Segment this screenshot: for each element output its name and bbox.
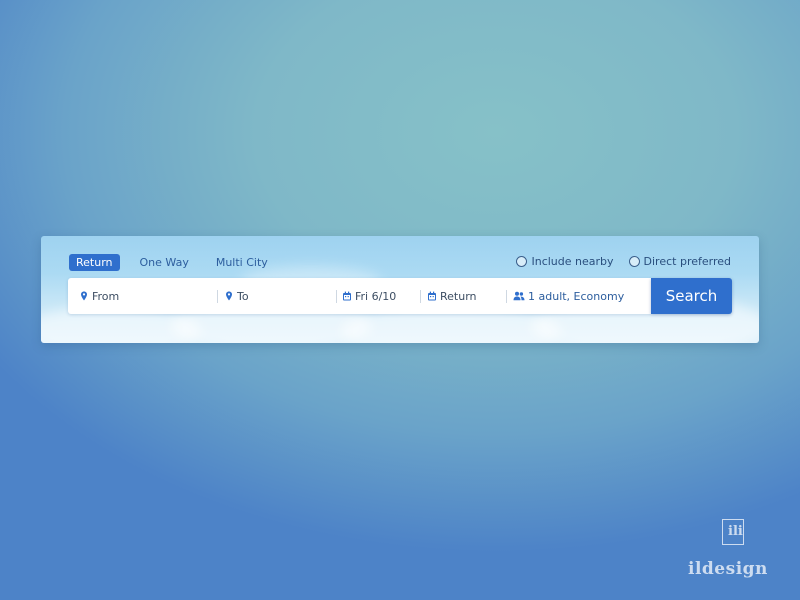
tab-return[interactable]: Return xyxy=(69,254,120,271)
direct-preferred-label: Direct preferred xyxy=(643,255,731,268)
include-nearby-checkbox[interactable] xyxy=(516,256,528,267)
from-field[interactable]: From xyxy=(79,278,214,314)
to-placeholder: To xyxy=(237,289,249,303)
tab-one-way[interactable]: One Way xyxy=(133,254,196,271)
passengers-value: 1 adult, Economy xyxy=(528,289,625,303)
ildesign-logo-text: ildesign xyxy=(688,559,768,579)
field-divider xyxy=(506,290,507,303)
tab-multi-city[interactable]: Multi City xyxy=(209,254,275,271)
depart-date-value: Fri 6/10 xyxy=(355,289,397,303)
calendar-icon xyxy=(428,291,436,301)
ildesign-logo-mark: ili xyxy=(722,519,744,545)
location-pin-icon xyxy=(81,291,87,301)
direct-preferred-checkbox[interactable] xyxy=(628,256,640,267)
flight-search-widget: Return One Way Multi City Include nearby… xyxy=(41,236,759,343)
search-options: Include nearby Direct preferred xyxy=(501,255,731,268)
location-pin-icon xyxy=(226,291,232,301)
depart-date-field[interactable]: Fri 6/10 xyxy=(342,278,417,314)
field-divider xyxy=(217,290,218,303)
trip-type-tabs: Return One Way Multi City xyxy=(69,254,288,271)
search-button[interactable]: Search xyxy=(651,278,732,314)
calendar-icon xyxy=(343,291,351,301)
from-placeholder: From xyxy=(92,289,120,303)
ildesign-watermark: ili ildesign xyxy=(688,519,788,584)
include-nearby-option[interactable]: Include nearby xyxy=(516,255,614,268)
return-date-field[interactable]: Return xyxy=(427,278,502,314)
return-date-placeholder: Return xyxy=(440,289,477,303)
search-bar: From To Fri 6/10 Return 1 adult, Economy xyxy=(68,278,651,314)
direct-preferred-option[interactable]: Direct preferred xyxy=(628,255,731,268)
people-icon xyxy=(513,291,525,301)
include-nearby-label: Include nearby xyxy=(531,255,614,268)
to-field[interactable]: To xyxy=(224,278,334,314)
field-divider xyxy=(420,290,421,303)
passengers-field[interactable]: 1 adult, Economy xyxy=(513,278,648,314)
field-divider xyxy=(336,290,337,303)
